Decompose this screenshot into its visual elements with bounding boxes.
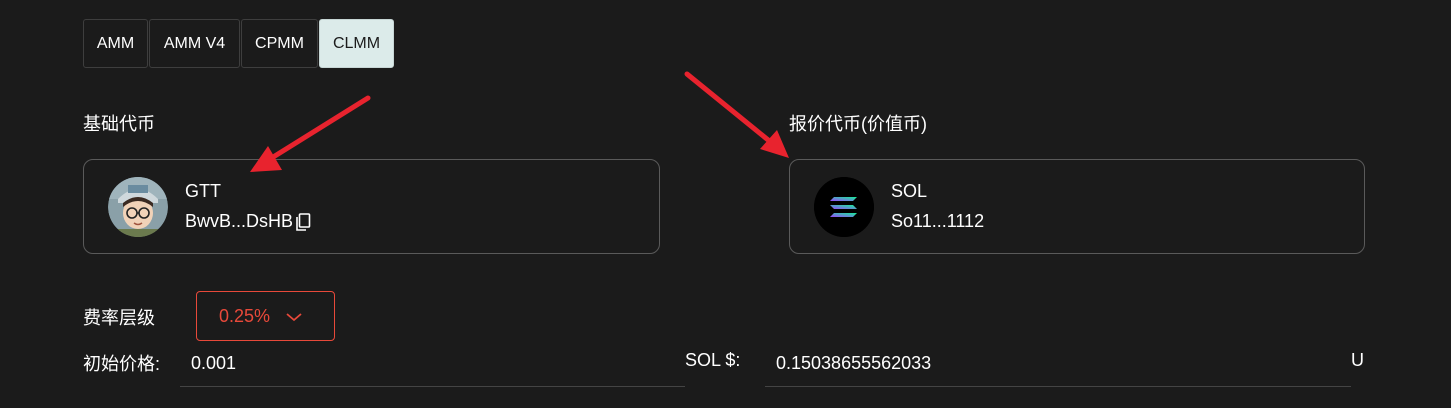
base-token-avatar <box>108 177 168 237</box>
base-token-label: 基础代币 <box>83 114 155 134</box>
base-token-address: BwvB...DsHB <box>185 211 294 231</box>
usd-price-input[interactable]: 0.15038655562033 <box>765 340 1351 387</box>
price-unit-label: SOL $: <box>685 350 741 370</box>
tab-clmm[interactable]: CLMM <box>319 19 394 68</box>
pool-type-tabs: AMM AMM V4 CPMM CLMM <box>83 19 395 68</box>
base-token-symbol: GTT <box>185 181 221 201</box>
quote-token-card[interactable]: SOL So11...1112 <box>789 159 1365 254</box>
initial-price-input[interactable]: 0.001 <box>180 340 685 387</box>
tab-amm[interactable]: AMM <box>83 19 148 68</box>
copy-icon[interactable] <box>295 212 311 231</box>
quote-token-label: 报价代币(价值币) <box>789 114 927 134</box>
tab-amm-v4[interactable]: AMM V4 <box>149 19 240 68</box>
sol-logo-icon <box>814 177 874 237</box>
base-token-card[interactable]: GTT BwvB...DsHB <box>83 159 660 254</box>
fee-tier-select[interactable]: 0.25% <box>196 291 335 341</box>
quote-token-symbol: SOL <box>891 181 928 201</box>
chevron-down-icon <box>286 310 302 322</box>
price-suffix: U <box>1351 350 1364 370</box>
fee-tier-label: 费率层级 <box>83 308 155 328</box>
tab-cpmm[interactable]: CPMM <box>241 19 318 68</box>
base-token-address-row: BwvB...DsHB <box>185 211 311 232</box>
quote-token-address: So11...1112 <box>891 211 985 231</box>
initial-price-label: 初始价格: <box>83 354 161 374</box>
arrow-to-quote-token-icon <box>684 71 789 158</box>
fee-tier-value: 0.25% <box>219 305 271 326</box>
